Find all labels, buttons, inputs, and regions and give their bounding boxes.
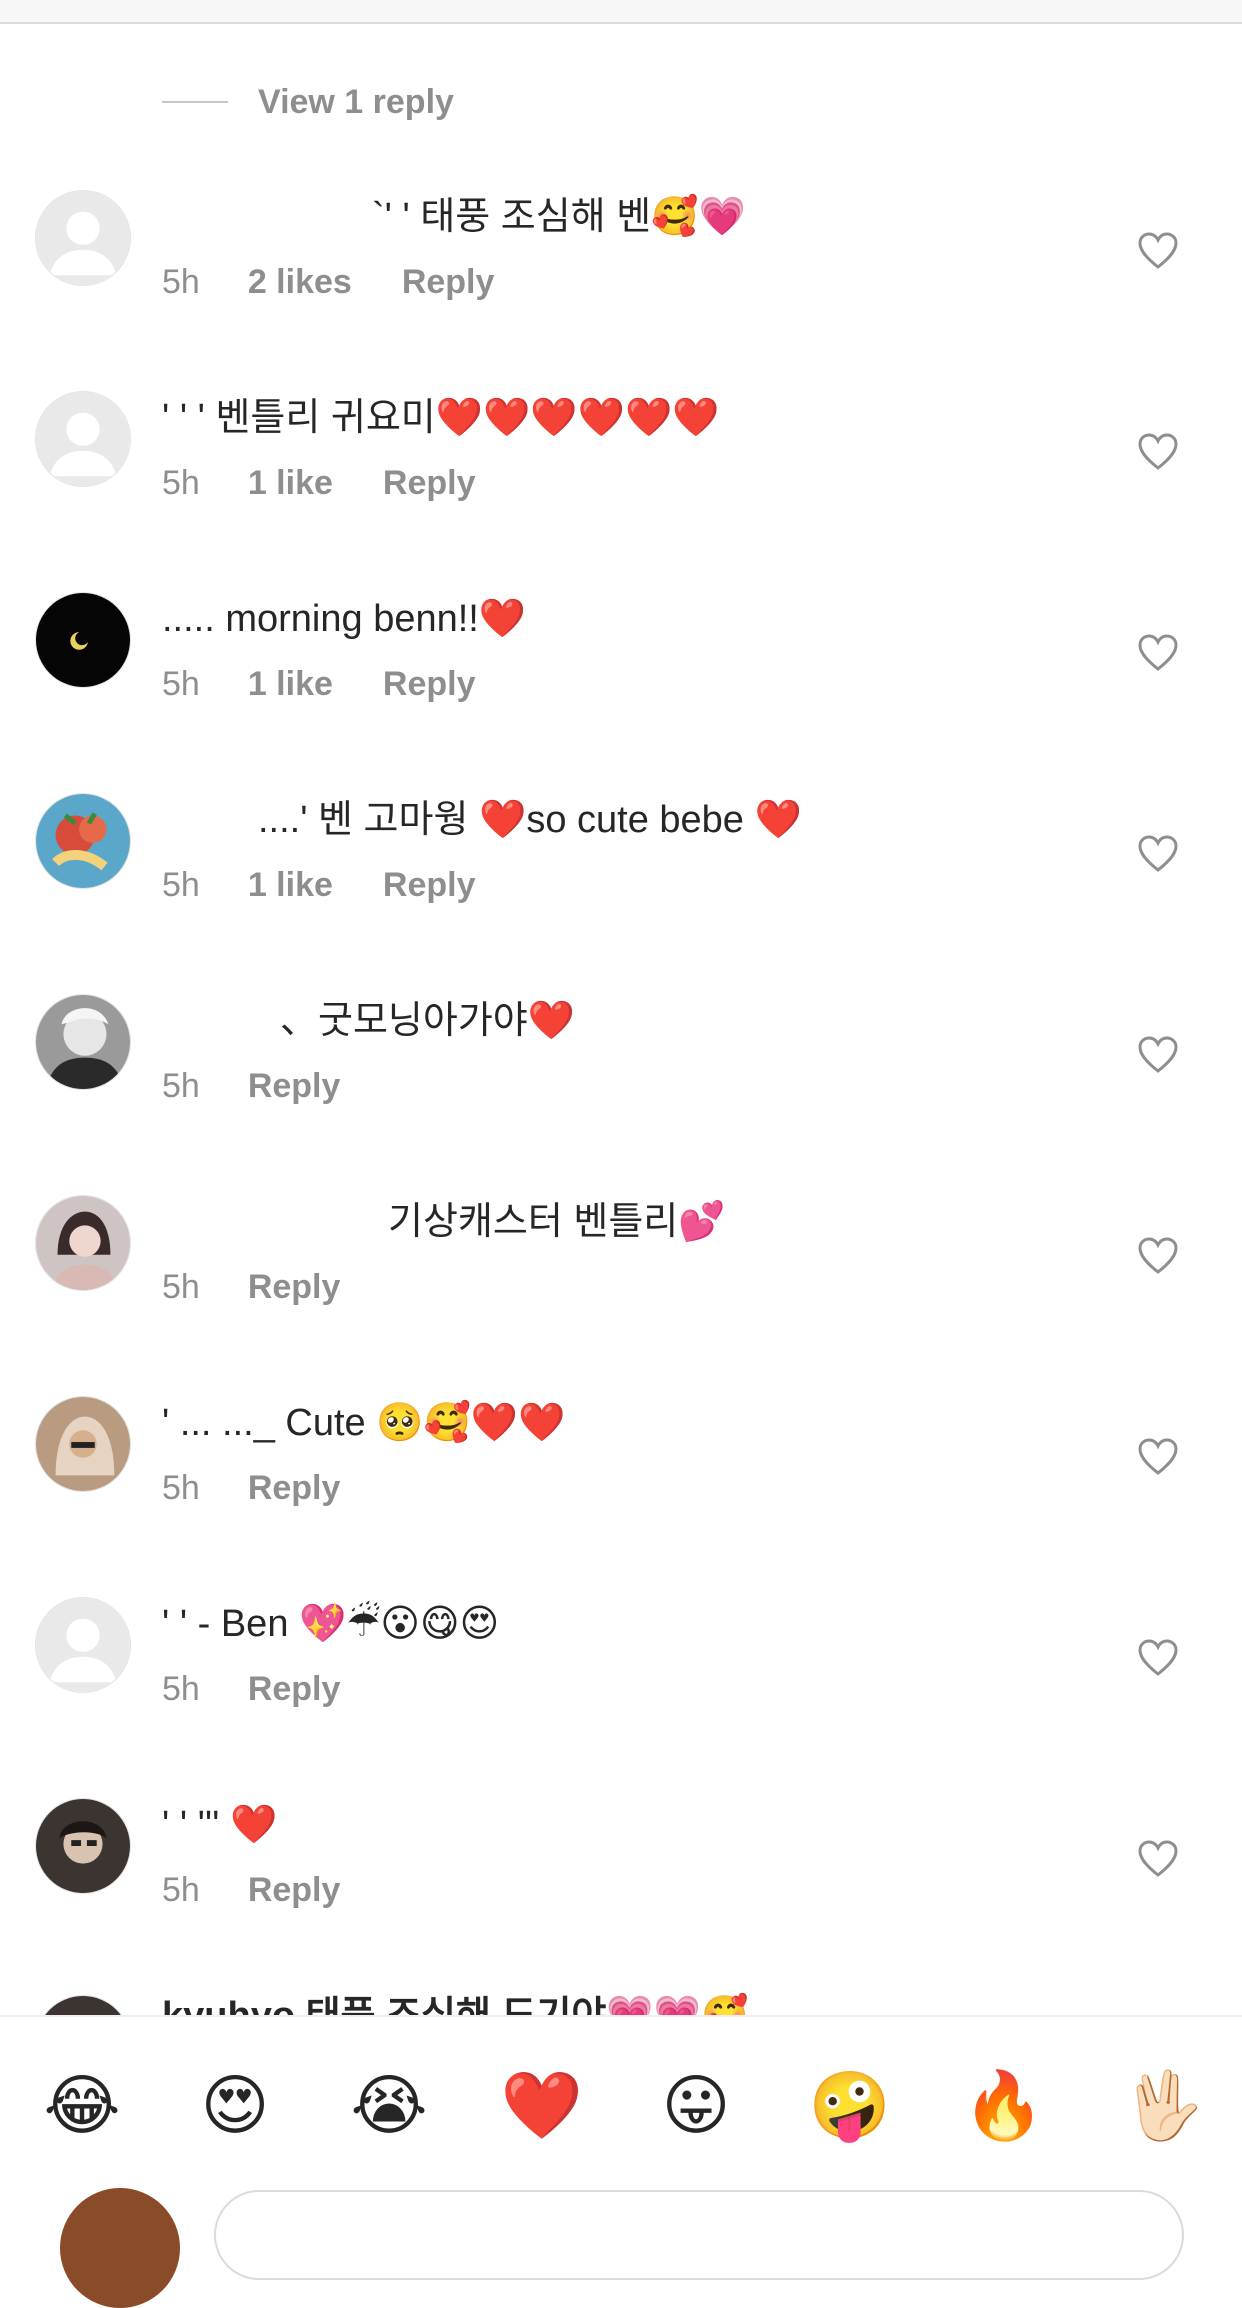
- zany-face-emoji-icon[interactable]: 🤪: [805, 2065, 895, 2145]
- comment-time: 5h: [162, 865, 200, 904]
- comment-row: ' ' ''' ❤️ 5h Reply: [0, 1798, 1242, 1998]
- avatar[interactable]: [35, 592, 131, 688]
- like-heart-icon[interactable]: [1138, 1438, 1178, 1476]
- avatar[interactable]: [35, 793, 131, 889]
- reply-thread-line: [162, 101, 228, 103]
- like-heart-icon[interactable]: [1138, 433, 1178, 471]
- avatar[interactable]: [35, 190, 131, 286]
- comment-meta: 5h 1 like Reply: [162, 861, 476, 909]
- avatar[interactable]: [35, 1995, 131, 2015]
- tongue-emoji-icon[interactable]: 😛: [651, 2065, 741, 2145]
- comment-time: 5h: [162, 463, 200, 502]
- view-replies-label: View 1 reply: [258, 82, 454, 121]
- comment-time: 5h: [162, 1468, 200, 1507]
- like-heart-icon[interactable]: [1138, 1840, 1178, 1878]
- reply-button[interactable]: Reply: [383, 665, 476, 704]
- like-heart-icon[interactable]: [1138, 634, 1178, 672]
- comment-meta: 5h Reply: [162, 1665, 340, 1713]
- comment-meta: 5h 2 likes Reply: [162, 258, 494, 306]
- comment-row: 기상캐스터 벤틀리💕 5h Reply: [0, 1195, 1242, 1395]
- reply-button[interactable]: Reply: [248, 1067, 341, 1106]
- view-replies-button[interactable]: View 1 reply: [162, 80, 454, 124]
- avatar[interactable]: [35, 1195, 131, 1291]
- crying-emoji-icon[interactable]: 😭: [344, 2065, 434, 2145]
- avatar[interactable]: [35, 1597, 131, 1693]
- reply-button[interactable]: Reply: [402, 263, 495, 302]
- composer-avatar: [60, 2188, 180, 2308]
- avatar[interactable]: [35, 994, 131, 1090]
- comment-text: ....' 벤 고마웡 ❤️so cute bebe ❤️: [258, 799, 802, 841]
- fire-emoji-icon[interactable]: 🔥: [959, 2065, 1049, 2145]
- reply-button[interactable]: Reply: [383, 866, 476, 905]
- comment-meta: 5h Reply: [162, 1062, 340, 1110]
- emoji-quick-bar: 😂 😍 😭 ❤️ 😛 🤪 🔥 🖖🏻: [0, 2015, 1242, 2208]
- comment-meta: 5h Reply: [162, 1263, 340, 1311]
- comment-row: ..... morning benn!!❤️ 5h 1 like Reply: [0, 592, 1242, 792]
- like-heart-icon[interactable]: [1138, 835, 1178, 873]
- comment-meta: 5h 1 like Reply: [162, 459, 476, 507]
- like-heart-icon[interactable]: [1138, 1639, 1178, 1677]
- tears-of-joy-emoji-icon[interactable]: 😂: [37, 2065, 127, 2145]
- comment-row: ....' 벤 고마웡 ❤️so cute bebe ❤️ 5h 1 like …: [0, 793, 1242, 993]
- comment-time: 5h: [162, 262, 200, 301]
- heart-eyes-emoji-icon[interactable]: 😍: [190, 2065, 280, 2145]
- comment-text: ' ... ..._ Cute 🥺🥰❤️❤️: [162, 1402, 566, 1444]
- reply-button[interactable]: Reply: [248, 1871, 341, 1910]
- comment-time: 5h: [162, 1870, 200, 1909]
- comment-likes[interactable]: 2 likes: [248, 263, 352, 302]
- comment-text: 、굿모닝아가야❤️: [280, 1000, 576, 1042]
- like-heart-icon[interactable]: [1138, 1036, 1178, 1074]
- like-heart-icon[interactable]: [1138, 232, 1178, 270]
- avatar[interactable]: [35, 391, 131, 487]
- comment-text: `' ' 태풍 조심해 벤🥰💗: [372, 196, 746, 238]
- comment-input[interactable]: [214, 2190, 1184, 2280]
- comment-text: ..... morning benn!!❤️: [162, 598, 527, 640]
- vulcan-salute-emoji-icon[interactable]: 🖖🏻: [1118, 2065, 1208, 2145]
- comment-likes[interactable]: 1 like: [248, 665, 333, 704]
- comment-text: ' ' ''' ❤️: [162, 1804, 278, 1846]
- top-divider-bar: [0, 0, 1242, 24]
- comment-likes[interactable]: 1 like: [248, 464, 333, 503]
- like-heart-icon[interactable]: [1138, 1237, 1178, 1275]
- reply-button[interactable]: Reply: [248, 1268, 341, 1307]
- comment-text: 기상캐스터 벤틀리💕: [388, 1201, 726, 1243]
- partial-comment-row: kyuhyo 태풍 조심해 도기야💗💗🥰: [0, 1985, 1242, 2015]
- reply-button[interactable]: Reply: [383, 464, 476, 503]
- comment-time: 5h: [162, 1267, 200, 1306]
- comment-likes[interactable]: 1 like: [248, 866, 333, 905]
- comment-text: kyuhyo 태풍 조심해 도기야💗💗🥰: [162, 1991, 1132, 2015]
- comment-time: 5h: [162, 1066, 200, 1105]
- reply-button[interactable]: Reply: [248, 1469, 341, 1508]
- comment-meta: 5h Reply: [162, 1464, 340, 1512]
- comment-row: `' ' 태풍 조심해 벤🥰💗 5h 2 likes Reply: [0, 190, 1242, 390]
- avatar[interactable]: [35, 1798, 131, 1894]
- reply-button[interactable]: Reply: [248, 1670, 341, 1709]
- comment-meta: 5h 1 like Reply: [162, 660, 476, 708]
- comment-meta: 5h Reply: [162, 1866, 340, 1914]
- comment-row: 、굿모닝아가야❤️ 5h Reply: [0, 994, 1242, 1194]
- comment-row: ' ' - Ben 💖☔😮😋😍 5h Reply: [0, 1597, 1242, 1797]
- comment-row: ' ' ' 벤틀리 귀요미❤️❤️❤️❤️❤️❤️ 5h 1 like Repl…: [0, 391, 1242, 591]
- red-heart-emoji-icon[interactable]: ❤️: [497, 2065, 587, 2145]
- comment-row: ' ... ..._ Cute 🥺🥰❤️❤️ 5h Reply: [0, 1396, 1242, 1596]
- comment-text: ' ' ' 벤틀리 귀요미❤️❤️❤️❤️❤️❤️: [162, 397, 720, 439]
- comment-time: 5h: [162, 664, 200, 703]
- comment-time: 5h: [162, 1669, 200, 1708]
- avatar[interactable]: [35, 1396, 131, 1492]
- comment-text: ' ' - Ben 💖☔😮😋😍: [162, 1603, 500, 1645]
